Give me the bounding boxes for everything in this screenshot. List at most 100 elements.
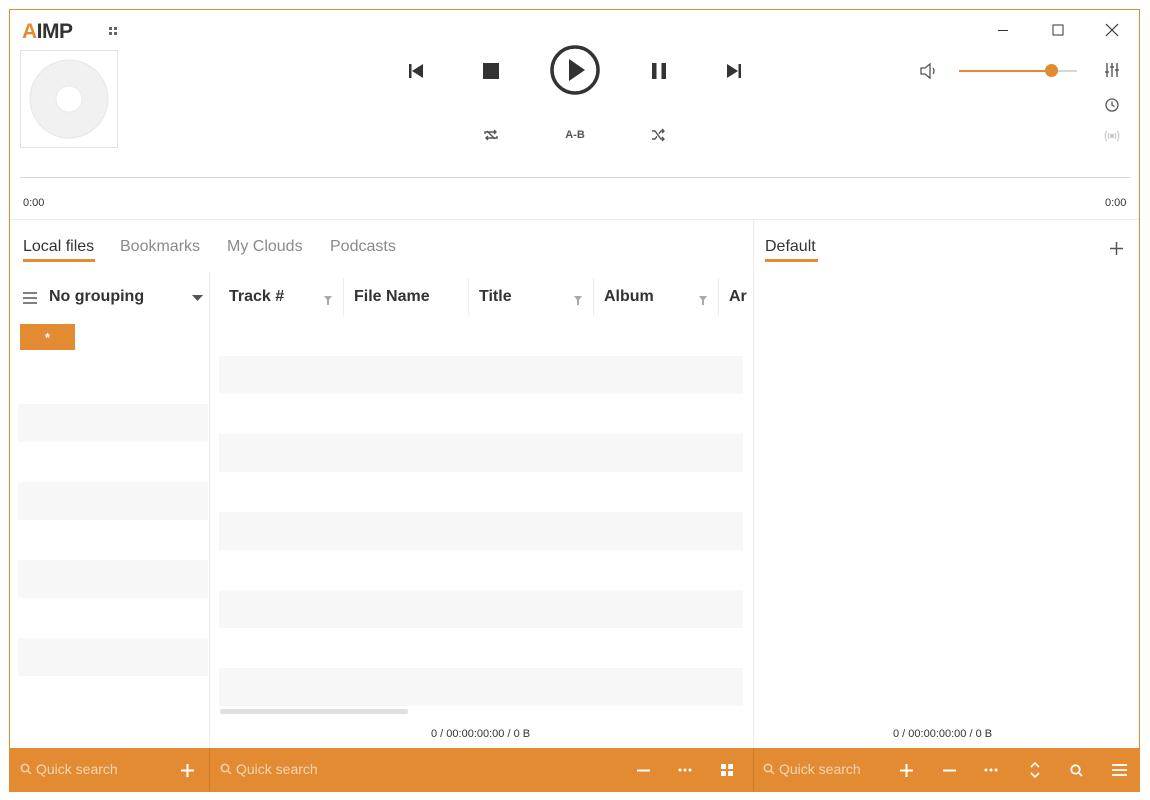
footer-bar: Quick search Quick search Quick search: [10, 748, 1139, 791]
disc-icon: [29, 59, 109, 139]
library-search-input[interactable]: Quick search: [236, 761, 318, 777]
next-button[interactable]: [722, 59, 746, 83]
search-icon: [763, 762, 775, 780]
footer-separator: [753, 748, 754, 791]
repeat-icon: [484, 129, 498, 141]
minus-icon: [636, 769, 650, 771]
shuffle-button[interactable]: [648, 125, 668, 145]
more-button[interactable]: [676, 762, 694, 778]
app-logo: AIMP: [22, 20, 73, 43]
time-elapsed: 0:00: [23, 197, 45, 209]
tab-default-playlist[interactable]: Default: [765, 238, 816, 256]
add-files-button[interactable]: [898, 762, 914, 778]
shuffle-icon: [652, 128, 665, 142]
header-divider: [10, 219, 1139, 220]
plus-icon: [899, 763, 913, 777]
chevron-down-icon[interactable]: [190, 292, 204, 304]
filter-icon[interactable]: [574, 292, 582, 310]
column-headers: Track # File Name Title Album Ar: [210, 272, 753, 322]
column-separator[interactable]: [343, 278, 344, 316]
playlist-search-input[interactable]: Quick search: [779, 761, 861, 777]
speaker-icon: [920, 62, 935, 80]
tab-bookmarks[interactable]: Bookmarks: [120, 238, 200, 256]
tab-local-files[interactable]: Local files: [23, 238, 94, 256]
sort-button[interactable]: [1027, 761, 1043, 779]
column-album[interactable]: Album: [604, 288, 654, 306]
pause-icon: [652, 63, 666, 79]
stop-button[interactable]: [479, 59, 503, 83]
scheduler-button[interactable]: [1102, 95, 1122, 115]
tab-podcasts[interactable]: Podcasts: [330, 238, 396, 256]
app-window: AIMP A-B 0:00 0:00 Local files Bookmarks…: [9, 9, 1140, 792]
playlist-status: 0 / 00:00:00:00 / 0 B: [893, 728, 993, 740]
seek-bar[interactable]: [20, 177, 1130, 178]
column-separator[interactable]: [593, 278, 594, 316]
add-group-button[interactable]: [179, 762, 195, 778]
column-artist[interactable]: Ar: [729, 288, 747, 306]
previous-button[interactable]: [404, 59, 428, 83]
clock-icon: [1105, 98, 1119, 112]
panel-separator[interactable]: [753, 220, 754, 748]
column-separator[interactable]: [468, 278, 469, 316]
column-title[interactable]: Title: [479, 288, 512, 306]
close-button[interactable]: [1102, 20, 1122, 40]
footer-separator: [209, 748, 210, 791]
remove-button[interactable]: [635, 762, 651, 778]
volume-button[interactable]: [918, 60, 940, 82]
row-stripe: [219, 434, 743, 472]
remove-files-button[interactable]: [941, 762, 957, 778]
play-icon: [550, 45, 600, 95]
group-stripe: [18, 638, 208, 676]
more-icon: [984, 768, 998, 772]
volume-knob[interactable]: [1044, 64, 1058, 77]
plus-icon: [180, 763, 194, 777]
active-tab-underline: [23, 259, 95, 262]
ab-repeat-button[interactable]: A-B: [560, 125, 590, 145]
grouping-selector[interactable]: No grouping: [49, 288, 144, 306]
hamburger-icon: [1111, 764, 1127, 776]
sort-icon: [1030, 762, 1040, 778]
play-button[interactable]: [549, 44, 601, 96]
previous-icon: [409, 64, 423, 78]
plus-icon: [1109, 241, 1123, 255]
add-playlist-button[interactable]: [1107, 239, 1125, 257]
equalizer-button[interactable]: [1102, 60, 1122, 80]
playlist-tab-underline: [765, 259, 818, 262]
stop-icon: [483, 63, 499, 79]
row-stripe: [219, 590, 743, 628]
find-button[interactable]: [1068, 762, 1084, 778]
library-status: 0 / 00:00:00:00 / 0 B: [431, 728, 531, 740]
group-search-input[interactable]: Quick search: [36, 761, 118, 777]
minimize-button[interactable]: [993, 20, 1013, 40]
playlist-more-button[interactable]: [982, 762, 1000, 778]
pane-separator: [209, 272, 210, 748]
filter-icon[interactable]: [324, 292, 332, 310]
hamburger-icon[interactable]: [22, 290, 38, 306]
column-separator[interactable]: [718, 278, 719, 316]
volume-fill: [959, 70, 1052, 72]
row-stripe: [219, 356, 743, 394]
main-menu-button[interactable]: [1110, 762, 1128, 778]
group-stripe: [18, 404, 208, 442]
pause-button[interactable]: [647, 59, 671, 83]
equalizer-icon: [1105, 63, 1119, 77]
volume-slider[interactable]: [959, 64, 1077, 77]
menu-grip-icon[interactable]: [108, 26, 118, 36]
repeat-button[interactable]: [481, 125, 501, 145]
column-file-name[interactable]: File Name: [354, 288, 430, 306]
column-track-number[interactable]: Track #: [229, 288, 284, 306]
time-total: 0:00: [1105, 197, 1127, 209]
group-item-all[interactable]: *: [20, 324, 75, 350]
broadcast-icon: [1104, 130, 1120, 142]
next-icon: [727, 64, 741, 78]
grid-icon: [721, 764, 733, 776]
row-stripe: [219, 668, 743, 706]
filter-icon[interactable]: [699, 292, 707, 310]
group-stripe: [18, 482, 208, 520]
tab-my-clouds[interactable]: My Clouds: [227, 238, 303, 256]
maximize-button[interactable]: [1048, 20, 1068, 40]
minus-icon: [942, 769, 956, 771]
horizontal-scrollbar[interactable]: [220, 709, 408, 714]
view-mode-button[interactable]: [719, 762, 735, 778]
radio-button[interactable]: [1102, 126, 1122, 146]
